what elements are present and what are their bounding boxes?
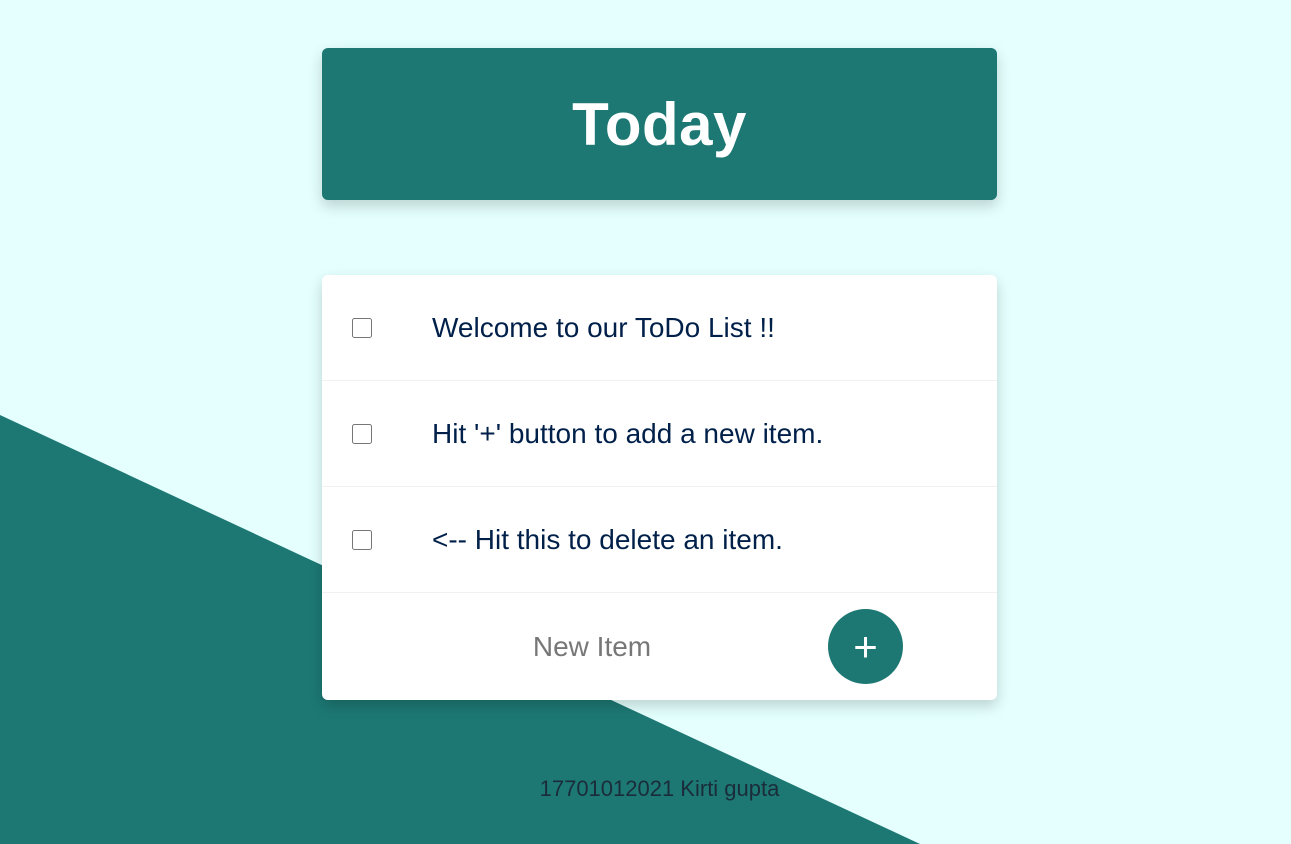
- todo-item-text: Welcome to our ToDo List !!: [432, 311, 775, 343]
- todo-item: Welcome to our ToDo List !!: [322, 275, 997, 381]
- todo-item-checkbox[interactable]: [352, 317, 372, 338]
- page-title: Today: [572, 90, 747, 158]
- todo-item: <-- Hit this to delete an item.: [322, 487, 997, 593]
- heading-box: Today: [322, 48, 997, 200]
- todo-item-text: <-- Hit this to delete an item.: [432, 523, 783, 555]
- todo-item-checkbox[interactable]: [352, 423, 372, 444]
- todo-item: Hit '+' button to add a new item.: [322, 381, 997, 487]
- todo-list-box: Welcome to our ToDo List !! Hit '+' butt…: [322, 275, 997, 700]
- new-item-form: +: [322, 593, 997, 699]
- todo-item-text: Hit '+' button to add a new item.: [432, 417, 824, 449]
- todo-item-checkbox[interactable]: [352, 529, 372, 550]
- new-item-input[interactable]: [432, 624, 752, 670]
- footer-text: 17701012021 Kirti gupta: [539, 776, 780, 801]
- add-item-button[interactable]: +: [828, 609, 903, 684]
